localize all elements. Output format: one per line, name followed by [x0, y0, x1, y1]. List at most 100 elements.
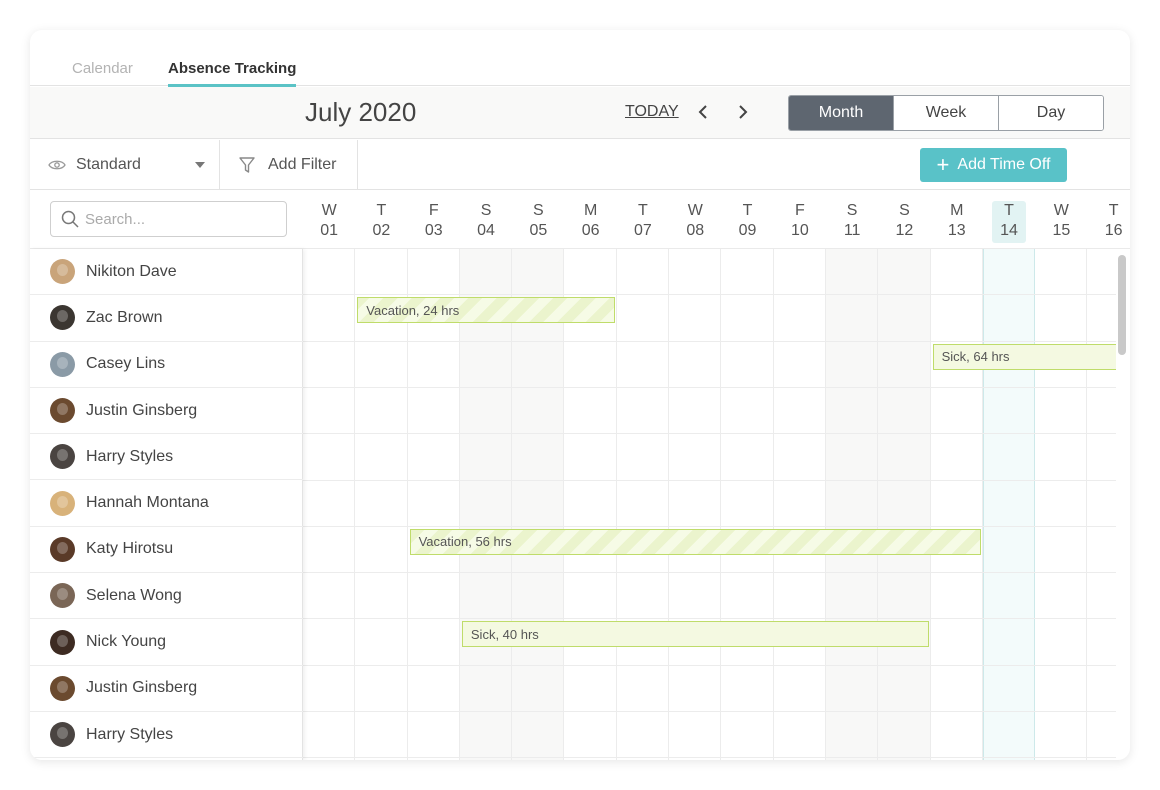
chevron-right-icon	[739, 105, 748, 119]
day-of-week: S	[480, 202, 492, 219]
avatar	[50, 629, 75, 655]
day-number: 13	[947, 222, 966, 239]
tab-calendar[interactable]: Calendar	[72, 60, 133, 84]
person-name: Hannah Montana	[86, 494, 209, 512]
day-number: 05	[529, 222, 548, 239]
person-name: Casey Lins	[86, 355, 166, 373]
person-row[interactable]: Nick Young	[30, 619, 303, 666]
eye-icon	[48, 160, 66, 170]
day-number: 11	[843, 222, 861, 239]
row-divider	[303, 525, 1116, 527]
day-number: 10	[790, 222, 809, 239]
person-name: Nick Young	[86, 633, 167, 651]
day-column-05[interactable]	[512, 249, 565, 760]
day-of-week: W	[1053, 202, 1069, 219]
day-column-11[interactable]	[826, 249, 879, 760]
day-columns: Vacation, 24 hrs Sick, 64 hrs Vacation, 56…	[303, 249, 1116, 760]
day-number: 01	[320, 222, 339, 239]
day-column-03[interactable]	[408, 249, 460, 760]
day-column-12[interactable]	[878, 249, 931, 760]
month-view-button[interactable]: Month	[789, 96, 894, 130]
day-of-week: T	[1108, 202, 1119, 219]
person-row[interactable]: Harry Styles	[30, 712, 303, 759]
page-title: July 2020	[305, 97, 417, 127]
day-header-04: S 04	[469, 201, 503, 243]
day-header-07: T 07	[626, 201, 660, 243]
day-column-10[interactable]	[774, 249, 826, 760]
day-number: 15	[1052, 222, 1071, 239]
day-header-05: S 05	[521, 201, 555, 243]
day-column-04[interactable]	[459, 249, 513, 760]
day-of-week: T	[742, 202, 753, 219]
person-row[interactable]: Harry Styles	[30, 434, 303, 481]
day-column-15[interactable]	[1035, 249, 1088, 760]
day-of-week: T	[638, 202, 648, 219]
person-row[interactable]: Selena Wong	[30, 573, 303, 620]
row-divider	[303, 433, 1116, 435]
person-row[interactable]: Katy Hirotsu	[30, 527, 303, 574]
previous-month-button[interactable]	[692, 99, 714, 125]
day-header-02: T 02	[364, 201, 398, 243]
person-name: Selena Wong	[86, 586, 182, 604]
people-list: Nikiton Dave Zac Brown Casey Lins Justin Gi…	[30, 249, 303, 760]
absence-grid: Vacation, 24 hrs Sick, 64 hrs Vacation, 56…	[30, 248, 1130, 760]
day-of-week: M	[950, 202, 964, 219]
day-of-week: F	[428, 202, 439, 219]
add-filter-button[interactable]: Add Filter	[220, 140, 358, 190]
day-column-08[interactable]	[669, 249, 722, 760]
day-number: 02	[372, 222, 391, 239]
person-row[interactable]: Justin Ginsberg	[30, 666, 303, 712]
day-column-16[interactable]	[1088, 249, 1117, 760]
day-of-week: F	[794, 202, 805, 219]
avatar	[50, 305, 75, 331]
day-column-09[interactable]	[721, 249, 774, 760]
day-number: 07	[634, 222, 652, 239]
avatar	[50, 259, 75, 285]
vertical-scrollbar[interactable]	[1116, 249, 1130, 760]
person-row[interactable]: Hannah Montana	[30, 481, 303, 527]
next-month-button[interactable]	[732, 99, 754, 125]
row-divider	[303, 386, 1116, 388]
person-row[interactable]: Nikiton Dave	[30, 249, 303, 296]
person-row[interactable]: Zac Brown	[30, 295, 303, 342]
plus-icon: +	[936, 152, 950, 177]
day-column-14[interactable]	[982, 249, 1036, 760]
person-row[interactable]: Justin Ginsberg	[30, 388, 303, 435]
person-name: Katy Hirotsu	[86, 540, 174, 558]
day-column-07[interactable]	[617, 249, 670, 760]
week-view-button[interactable]: Week	[894, 96, 999, 130]
vacation-absence-bar[interactable]: Vacation, 56 hrs	[409, 528, 981, 555]
day-header-14: T 14	[992, 201, 1027, 243]
day-column-13[interactable]	[931, 249, 983, 760]
avatar	[50, 536, 75, 562]
day-column-06[interactable]	[565, 249, 617, 760]
today-button[interactable]: TODAY	[625, 103, 679, 121]
avatar	[50, 351, 75, 377]
day-view-button[interactable]: Day	[999, 96, 1103, 130]
day-column-02[interactable]	[355, 249, 408, 760]
add-filter-label: Add Filter	[268, 156, 337, 173]
tab-absence-tracking[interactable]: Absence Tracking	[168, 60, 297, 87]
day-of-week: S	[533, 202, 544, 219]
day-of-week: T	[1004, 202, 1014, 219]
day-header-12: S 12	[887, 201, 921, 243]
day-header-03: F 03	[417, 201, 451, 243]
day-header-11: S 11	[835, 201, 869, 243]
day-header-08: W 08	[678, 201, 712, 243]
day-column-01[interactable]	[303, 249, 356, 760]
sick-absence-bar[interactable]: Sick, 64 hrs	[932, 343, 1116, 370]
vacation-absence-bar[interactable]: Vacation, 24 hrs	[357, 297, 615, 324]
search-icon	[61, 210, 79, 228]
add-time-off-label: Add Time Off	[957, 156, 1051, 173]
view-select[interactable]: Standard	[30, 140, 220, 190]
sick-absence-bar[interactable]: Sick, 40 hrs	[461, 621, 929, 648]
person-name: Nikiton Dave	[86, 262, 177, 280]
person-row[interactable]: Casey Lins	[30, 342, 303, 388]
toolbar: Standard Add Filter + Add Time Off	[30, 140, 1130, 190]
add-time-off-button[interactable]: + Add Time Off	[920, 148, 1067, 182]
scrollbar-thumb[interactable]	[1118, 255, 1126, 355]
day-number: 03	[424, 222, 443, 239]
calendar-header: July 2020 TODAY Month Week Day	[30, 87, 1130, 139]
tab-bar: Calendar Absence Tracking	[30, 30, 1130, 87]
search-input[interactable]	[85, 210, 265, 228]
